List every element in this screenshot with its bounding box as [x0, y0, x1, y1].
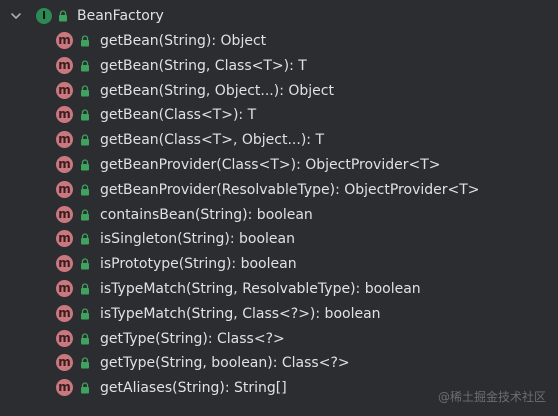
lock-icon — [81, 258, 89, 270]
method-item[interactable]: m getType(String): Class<?> — [0, 327, 558, 351]
method-item[interactable]: m getBean(String, Class<T>): T — [0, 54, 558, 78]
method-icon: m — [56, 156, 73, 173]
method-item[interactable]: m getBeanProvider(ResolvableType): Object… — [0, 178, 558, 202]
lock-icon — [81, 233, 89, 245]
method-label: getBean(String, Object...): Object — [100, 82, 334, 99]
method-icon: m — [56, 32, 73, 49]
method-icon: m — [56, 255, 73, 273]
method-label: getBean(String): Object — [100, 33, 267, 49]
method-icon: m — [56, 180, 73, 198]
lock-icon — [81, 357, 89, 369]
interface-icon: I — [36, 8, 52, 24]
method-label: containsBean(String): boolean — [100, 206, 313, 223]
lock-icon — [81, 134, 89, 146]
method-icon: m — [56, 106, 73, 124]
method-label: getBean(String, Class<T>): T — [100, 57, 307, 74]
method-item[interactable]: m isSingleton(String): boolean — [0, 227, 558, 251]
method-item[interactable]: m getBean(Class<T>, Object...): T — [0, 128, 558, 152]
method-icon: m — [56, 81, 73, 99]
method-label: getBean(Class<T>, Object...): T — [100, 132, 324, 149]
method-icon: m — [56, 304, 73, 322]
lock-icon — [81, 35, 89, 47]
lock-icon — [81, 283, 89, 295]
watermark: @稀土掘金技术社区 — [438, 388, 546, 405]
lock-icon — [81, 208, 89, 221]
method-icon: m — [56, 205, 73, 223]
lock-icon — [81, 60, 89, 72]
lock-icon — [81, 308, 89, 320]
node-label: BeanFactory — [77, 8, 164, 24]
lock-icon — [81, 184, 89, 196]
method-item[interactable]: m getBean(String, Object...): Object — [0, 79, 558, 103]
method-icon: m — [56, 354, 73, 372]
chevron-down-icon[interactable] — [9, 9, 23, 23]
method-label: isPrototype(String): boolean — [100, 256, 297, 273]
method-item[interactable]: m getType(String, boolean): Class<?> — [0, 351, 558, 375]
lock-icon — [81, 382, 89, 394]
method-item[interactable]: m isPrototype(String): boolean — [0, 252, 558, 276]
lock-icon — [81, 84, 89, 97]
method-label: isSingleton(String): boolean — [100, 231, 295, 248]
method-icon: m — [56, 131, 73, 149]
watermark-text: @稀土掘金技术社区 — [437, 390, 546, 404]
tree-node-beanfactory[interactable]: I BeanFactory — [0, 4, 558, 28]
method-icon: m — [56, 230, 73, 248]
method-item[interactable]: m getBean(Class<T>): T — [0, 103, 558, 127]
method-label: getAliases(String): String[] — [100, 380, 287, 397]
method-item[interactable]: m isTypeMatch(String, ResolvableType): bo… — [0, 277, 558, 301]
method-label: isTypeMatch(String, Class<?>): boolean — [100, 305, 381, 322]
method-label: isTypeMatch(String, ResolvableType): boo… — [100, 281, 421, 297]
lock-icon — [81, 332, 89, 345]
method-icon: m — [56, 56, 73, 74]
method-item[interactable]: m containsBean(String): boolean — [0, 203, 558, 227]
lock-icon — [81, 159, 89, 171]
method-label: getBeanProvider(Class<T>): ObjectProvide… — [100, 157, 441, 173]
method-item[interactable]: m isTypeMatch(String, Class<?>): boolean — [0, 302, 558, 326]
method-label: getType(String, boolean): Class<?> — [100, 355, 350, 372]
method-item[interactable]: m getBeanProvider(Class<T>): ObjectProvid… — [0, 153, 558, 177]
lock-icon — [81, 109, 89, 121]
method-icon: m — [56, 329, 73, 347]
method-label: getType(String): Class<?> — [100, 330, 285, 347]
lock-icon — [59, 10, 67, 22]
method-icon: m — [56, 280, 73, 297]
method-label: getBean(Class<T>): T — [100, 107, 257, 124]
structure-tree: I BeanFactory m getBean(String): Object m g… — [0, 0, 558, 416]
method-label: getBeanProvider(ResolvableType): ObjectP… — [100, 181, 480, 198]
method-item[interactable]: m getBean(String): Object — [0, 29, 558, 53]
method-icon: m — [56, 379, 73, 397]
